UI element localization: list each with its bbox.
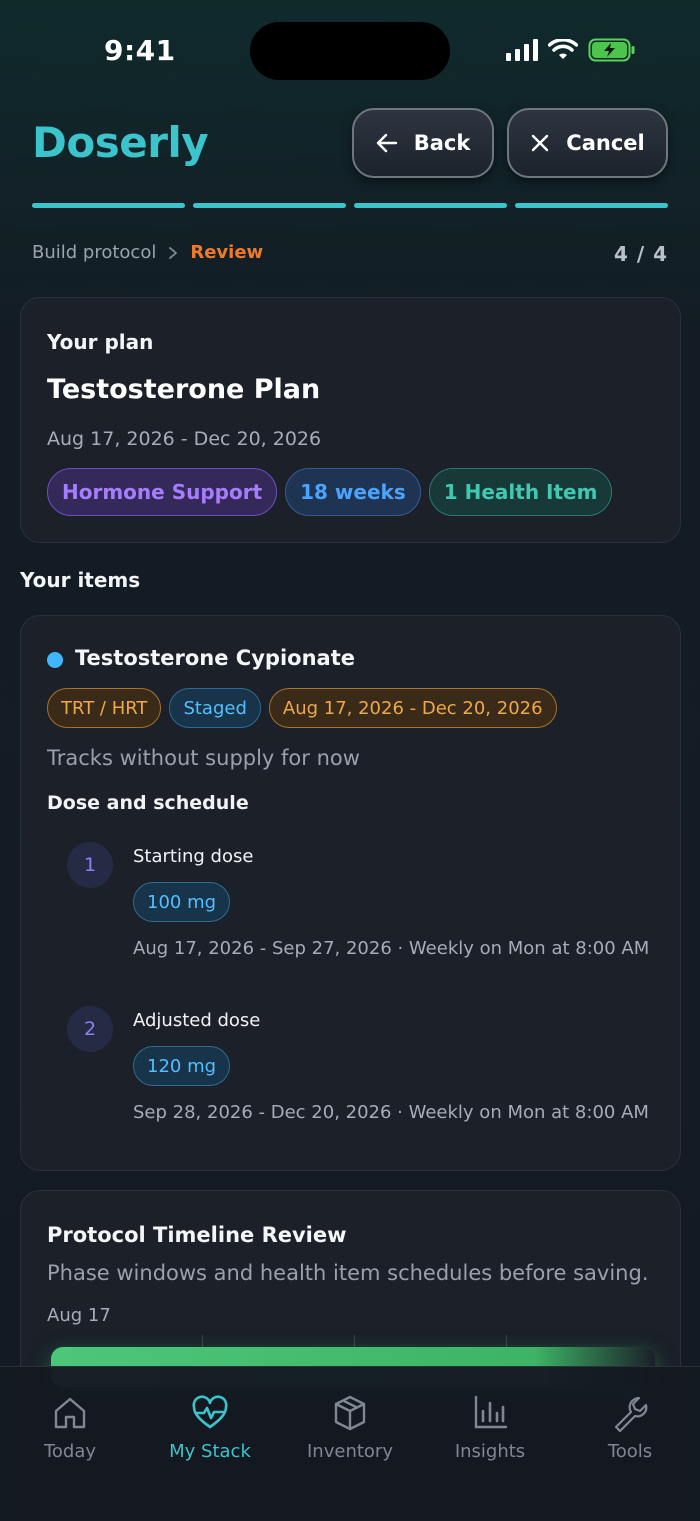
dynamic-island — [250, 22, 450, 80]
battery-charging-icon — [588, 38, 635, 62]
bar-chart-icon — [474, 1395, 508, 1429]
step-progress — [32, 203, 668, 208]
timeline-title: Protocol Timeline Review — [47, 1223, 347, 1247]
wifi-icon — [548, 39, 578, 59]
chevron-right-icon — [169, 246, 178, 259]
breadcrumb-current: Review — [190, 242, 264, 263]
category-chip: Hormone Support — [47, 468, 278, 516]
plan-title: Testosterone Plan — [47, 374, 321, 405]
back-button-label: Back — [413, 131, 471, 155]
progress-segment — [515, 203, 668, 208]
dose-schedule: Sep 28, 2026 - Dec 20, 2026 · Weekly on … — [133, 1102, 649, 1123]
arrow-left-icon — [376, 133, 397, 153]
wrench-icon — [614, 1396, 648, 1433]
category-chip: TRT / HRT — [47, 688, 162, 728]
progress-segment — [32, 203, 185, 208]
dose-amount-chip: 100 mg — [133, 882, 231, 922]
dose-amount-chip: 120 mg — [133, 1046, 231, 1086]
nav-item-label: Insights — [454, 1441, 526, 1462]
item-name: Testosterone Cypionate — [75, 646, 355, 670]
dose-schedule-heading: Dose and schedule — [47, 792, 249, 814]
home-icon — [54, 1397, 86, 1429]
duration-chip: 18 weeks — [285, 468, 421, 516]
item-chips: TRT / HRT Staged Aug 17, 2026 - Dec 20, … — [47, 688, 557, 728]
dose-label: Adjusted dose — [133, 1010, 261, 1031]
progress-segment — [354, 203, 507, 208]
timeline-start-date: Aug 17 — [47, 1305, 111, 1326]
nav-item-insights[interactable]: Insights — [420, 1367, 560, 1521]
status-chip: Staged — [169, 688, 261, 728]
nav-item-label: Tools — [607, 1441, 653, 1462]
timeline-subtitle: Phase windows and health item schedules … — [47, 1261, 649, 1285]
plan-card: Your plan Testosterone Plan Aug 17, 2026… — [20, 297, 681, 543]
nav-item-label: My Stack — [169, 1441, 251, 1462]
nav-item-today[interactable]: Today — [0, 1367, 140, 1521]
close-icon — [532, 134, 549, 152]
plan-dates: Aug 17, 2026 - Dec 20, 2026 — [47, 428, 322, 450]
nav-item-label: Today — [43, 1441, 97, 1462]
nav-item-tools[interactable]: Tools — [560, 1367, 700, 1521]
supply-note: Tracks without supply for now — [47, 746, 360, 770]
item-count-chip: 1 Health Item — [428, 468, 613, 516]
back-button[interactable]: Back — [352, 108, 494, 178]
status-icons — [506, 38, 636, 62]
dose-schedule: Aug 17, 2026 - Sep 27, 2026 · Weekly on … — [133, 938, 650, 959]
breadcrumb: Build protocol Review — [32, 242, 263, 263]
status-bar: 9:41 — [0, 0, 700, 100]
dose-label: Starting dose — [133, 846, 254, 867]
step-counter: 4 / 4 — [613, 242, 668, 266]
date-range-chip: Aug 17, 2026 - Dec 20, 2026 — [268, 688, 557, 728]
app-brand: Doserly — [32, 118, 209, 167]
dose-step-number: 1 — [67, 842, 113, 888]
plan-chips: Hormone Support 18 weeks 1 Health Item — [47, 468, 613, 516]
progress-segment — [193, 203, 346, 208]
status-time: 9:41 — [104, 34, 176, 67]
nav-item-label: Inventory — [307, 1441, 393, 1462]
item-color-dot — [47, 652, 63, 668]
item-card: Testosterone Cypionate TRT / HRT Staged … — [20, 615, 681, 1171]
cancel-button-label: Cancel — [566, 131, 645, 155]
nav-item-inventory[interactable]: Inventory — [280, 1367, 420, 1521]
cancel-button[interactable]: Cancel — [507, 108, 668, 178]
bottom-nav: Today My Stack Inventory Insights Tools — [0, 1366, 700, 1521]
plan-label: Your plan — [47, 330, 154, 354]
dose-step-number: 2 — [67, 1006, 113, 1052]
breadcrumb-parent[interactable]: Build protocol — [32, 242, 156, 263]
box-icon — [334, 1395, 366, 1431]
nav-item-my-stack[interactable]: My Stack — [140, 1367, 280, 1521]
items-section-title: Your items — [20, 568, 141, 592]
cellular-signal-icon — [506, 39, 538, 61]
heart-pulse-icon — [192, 1395, 228, 1429]
